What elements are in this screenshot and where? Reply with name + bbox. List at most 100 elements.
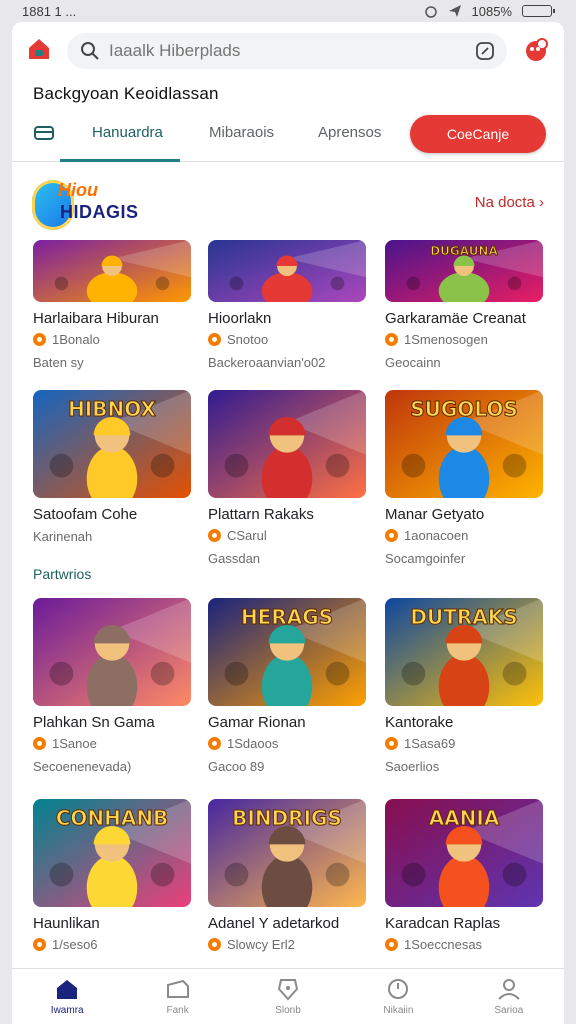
rating-badge-icon <box>208 529 221 542</box>
game-title: Kantorake <box>385 714 454 731</box>
game-meta-text: 1aonacoen <box>404 528 469 543</box>
app-window: Backgyoan Keoidlassan Hanuardra Mibaraoi… <box>12 22 564 1024</box>
bottom-nav: Iwamra Fank Slonb Nikaiin Sarioa <box>12 968 564 1024</box>
game-card[interactable]: DUTRAKS Kantorake 1Sasa69 Saoerlios <box>385 598 545 774</box>
game-meta: 1Bonalo <box>33 332 193 347</box>
nav-item-profile[interactable]: Sarioa <box>454 969 564 1024</box>
brand-logo-bottom: HIDAGIS <box>60 202 139 222</box>
rating-badge-icon <box>208 333 221 346</box>
game-thumbnail[interactable] <box>208 240 366 302</box>
rating-badge-icon <box>33 333 46 346</box>
game-meta-text: 1Soeccnesas <box>404 937 483 952</box>
game-thumbnail[interactable]: SUGOLOS <box>385 390 543 498</box>
nav-item-label: Sarioa <box>494 1005 524 1016</box>
game-thumbnail[interactable]: HERAGS <box>208 598 366 706</box>
search-input[interactable] <box>109 41 469 61</box>
tab-bar: Hanuardra Mibaraois Aprensos CoeCanje <box>12 112 564 162</box>
rating-badge-icon <box>208 938 221 951</box>
game-thumbnail[interactable] <box>33 240 191 302</box>
section-label: Partwrios <box>33 566 92 582</box>
voice-search-icon[interactable] <box>475 41 495 61</box>
store-icon <box>277 979 299 1001</box>
nav-item-label: Slonb <box>275 1005 301 1016</box>
game-card[interactable]: HERAGS Gamar Rionan 1Sdaoos Gacoo 89 <box>208 598 368 774</box>
game-title: Plahkan Sn Gama <box>33 714 155 731</box>
rating-badge-icon <box>33 737 46 750</box>
thumbnail-title-art: BINDRIGS <box>232 806 342 830</box>
game-subtitle: Baten sy <box>33 355 84 370</box>
rating-badge-icon <box>385 938 398 951</box>
game-title: Karadcan Raplas <box>385 915 501 932</box>
game-title: Adanel Y adetarkod <box>208 915 340 932</box>
game-title: Manar Getyato <box>385 506 485 523</box>
rating-badge-icon <box>385 333 398 346</box>
game-meta: 1aonacoen <box>385 528 545 543</box>
game-card[interactable]: SUGOLOS Manar Getyato 1aonacoen Socamgoi… <box>385 390 545 566</box>
game-subtitle: Gassdan <box>208 551 261 566</box>
thumbnail-title-art: SUGOLOS <box>410 397 518 421</box>
see-more-link[interactable]: Na docta › <box>475 194 544 211</box>
game-thumbnail[interactable]: DUGAUNA <box>385 240 543 302</box>
game-thumbnail[interactable] <box>33 598 191 706</box>
game-meta: 1Soeccnesas <box>385 937 545 952</box>
send-icon <box>448 5 461 17</box>
search-bar[interactable] <box>67 33 507 69</box>
game-subtitle: Backeroaanvian'o02 <box>208 355 326 370</box>
status-bar: 1881 1 ... 1085% <box>0 0 576 22</box>
nav-item-store[interactable]: Slonb <box>233 969 343 1024</box>
gamepad-icon[interactable] <box>32 122 56 144</box>
header <box>12 22 564 84</box>
thumbnail-title-art: DUTRAKS <box>410 605 517 629</box>
game-thumbnail[interactable]: AANIA <box>385 799 543 907</box>
game-subtitle: Socamgoinfer <box>385 551 466 566</box>
cta-button[interactable]: CoeCanje <box>410 115 546 153</box>
game-card[interactable]: Plahkan Sn Gama 1Sanoe Secoenenevada) <box>33 598 193 774</box>
game-thumbnail[interactable]: BINDRIGS <box>208 799 366 907</box>
game-title: Haunlikan <box>33 915 100 932</box>
nav-item-label: Nikaiin <box>383 1005 414 1016</box>
game-meta-text: Snotoo <box>227 332 269 347</box>
game-meta: Slowcy Erl2 <box>208 937 368 952</box>
game-subtitle: Geocainn <box>385 355 441 370</box>
game-card[interactable]: Hioorlakn Snotoo Backeroaanvian'o02 <box>208 240 368 370</box>
nav-item-activity[interactable]: Nikaiin <box>343 969 453 1024</box>
search-icon <box>81 42 99 60</box>
nav-item-games[interactable]: Fank <box>122 969 232 1024</box>
tab-aprensos[interactable]: Aprensos <box>318 124 381 141</box>
brand-logo[interactable]: Hiou HIDAGIS <box>32 176 156 234</box>
status-time: 1881 1 ... <box>22 3 77 19</box>
game-card[interactable]: DUGAUNA Garkaramäe Creanat 1Smenosogen G… <box>385 240 545 370</box>
battery-icon <box>522 5 555 17</box>
game-meta-text: 1Sdaoos <box>227 736 279 751</box>
nav-item-home[interactable]: Iwamra <box>12 969 122 1024</box>
chevron-right-icon: › <box>539 194 544 211</box>
alarm-icon <box>424 6 437 18</box>
game-subtitle: Secoenenevada) <box>33 759 132 774</box>
game-card[interactable]: CONHANB Haunlikan 1/seso6 <box>33 799 193 952</box>
thumbnail-title-art: HIBNOX <box>68 397 156 421</box>
store-logo-icon[interactable] <box>26 36 52 62</box>
game-thumbnail[interactable]: CONHANB <box>33 799 191 907</box>
game-meta-text: 1Sasa69 <box>404 736 456 751</box>
game-card[interactable]: BINDRIGS Adanel Y adetarkod Slowcy Erl2 <box>208 799 368 952</box>
game-card[interactable]: HIBNOX Satoofam Cohe Karinenah <box>33 390 193 544</box>
game-meta-text: CSarul <box>227 528 267 543</box>
game-title: Garkaramäe Creanat <box>385 310 526 327</box>
game-meta: 1/seso6 <box>33 937 193 952</box>
game-thumbnail[interactable] <box>208 390 366 498</box>
thumbnail-title-art: DUGAUNA <box>430 244 498 258</box>
brand-logo-top: Hiou <box>58 180 98 200</box>
tab-mibaraois[interactable]: Mibaraois <box>209 124 274 141</box>
game-thumbnail[interactable]: DUTRAKS <box>385 598 543 706</box>
tab-hanuardra[interactable]: Hanuardra <box>92 124 163 141</box>
rating-badge-icon <box>33 938 46 951</box>
nav-item-label: Iwamra <box>50 1005 84 1016</box>
game-meta: 1Sanoe <box>33 736 193 751</box>
game-card[interactable]: Harlaibara Hiburan 1Bonalo Baten sy <box>33 240 193 370</box>
game-card[interactable]: Plattarn Rakaks CSarul Gassdan <box>208 390 368 566</box>
status-icons: 1085% <box>424 4 555 19</box>
game-thumbnail[interactable]: HIBNOX <box>33 390 191 498</box>
rating-badge-icon <box>385 737 398 750</box>
game-card[interactable]: AANIA Karadcan Raplas 1Soeccnesas <box>385 799 545 952</box>
notifications-icon[interactable] <box>522 36 550 64</box>
